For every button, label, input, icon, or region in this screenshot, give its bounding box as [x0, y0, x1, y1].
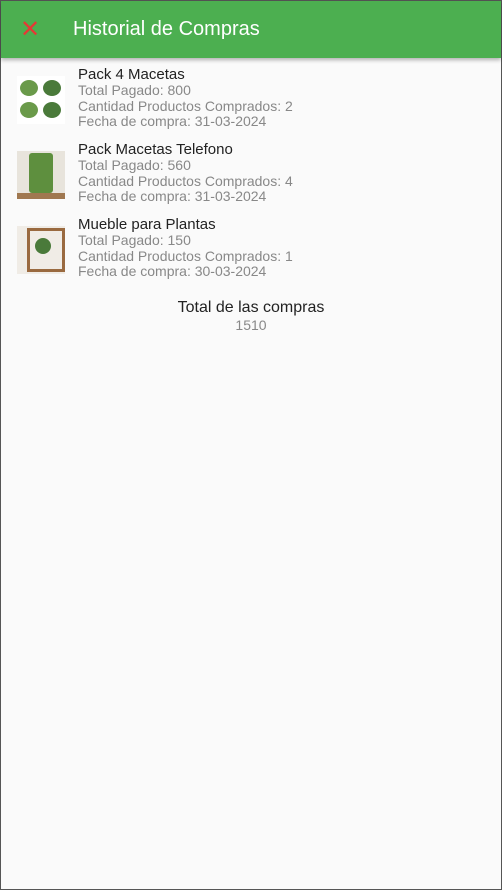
close-icon[interactable]: ✕ — [1, 17, 59, 42]
item-qty: Cantidad Productos Comprados: 1 — [78, 247, 293, 264]
purchases-total: Total de las compras 1510 — [1, 299, 501, 333]
item-paid: Total Pagado: 560 — [78, 157, 191, 173]
product-image — [17, 151, 65, 199]
total-label: Total de las compras — [177, 299, 325, 316]
product-image — [17, 226, 65, 274]
product-image — [17, 76, 65, 124]
item-name: Pack 4 Macetas — [78, 66, 185, 83]
item-paid: Total Pagado: 150 — [78, 232, 191, 248]
item-paid: Total Pagado: 800 — [78, 82, 191, 98]
list-item[interactable]: Pack 4 Macetas Total Pagado: 800 Cantidad … — [1, 62, 501, 137]
list-item[interactable]: Pack Macetas Telefono Total Pagado: 560 Ca… — [1, 137, 501, 212]
total-value: 1510 — [235, 317, 267, 333]
list-item[interactable]: Mueble para Plantas Total Pagado: 150 Cant… — [1, 212, 501, 287]
item-date: Fecha de compra: 30-03-2024 — [78, 263, 267, 279]
app-bar: ✕ Historial de Compras — [1, 1, 501, 58]
page-title: Historial de Compras — [73, 18, 260, 40]
item-qty: Cantidad Productos Comprados: 2 — [78, 97, 293, 114]
item-qty: Cantidad Productos Comprados: 4 — [78, 172, 293, 189]
item-name: Pack Macetas Telefono — [78, 141, 233, 158]
item-name: Mueble para Plantas — [78, 216, 216, 233]
item-date: Fecha de compra: 31-03-2024 — [78, 113, 267, 129]
item-date: Fecha de compra: 31-03-2024 — [78, 188, 267, 204]
